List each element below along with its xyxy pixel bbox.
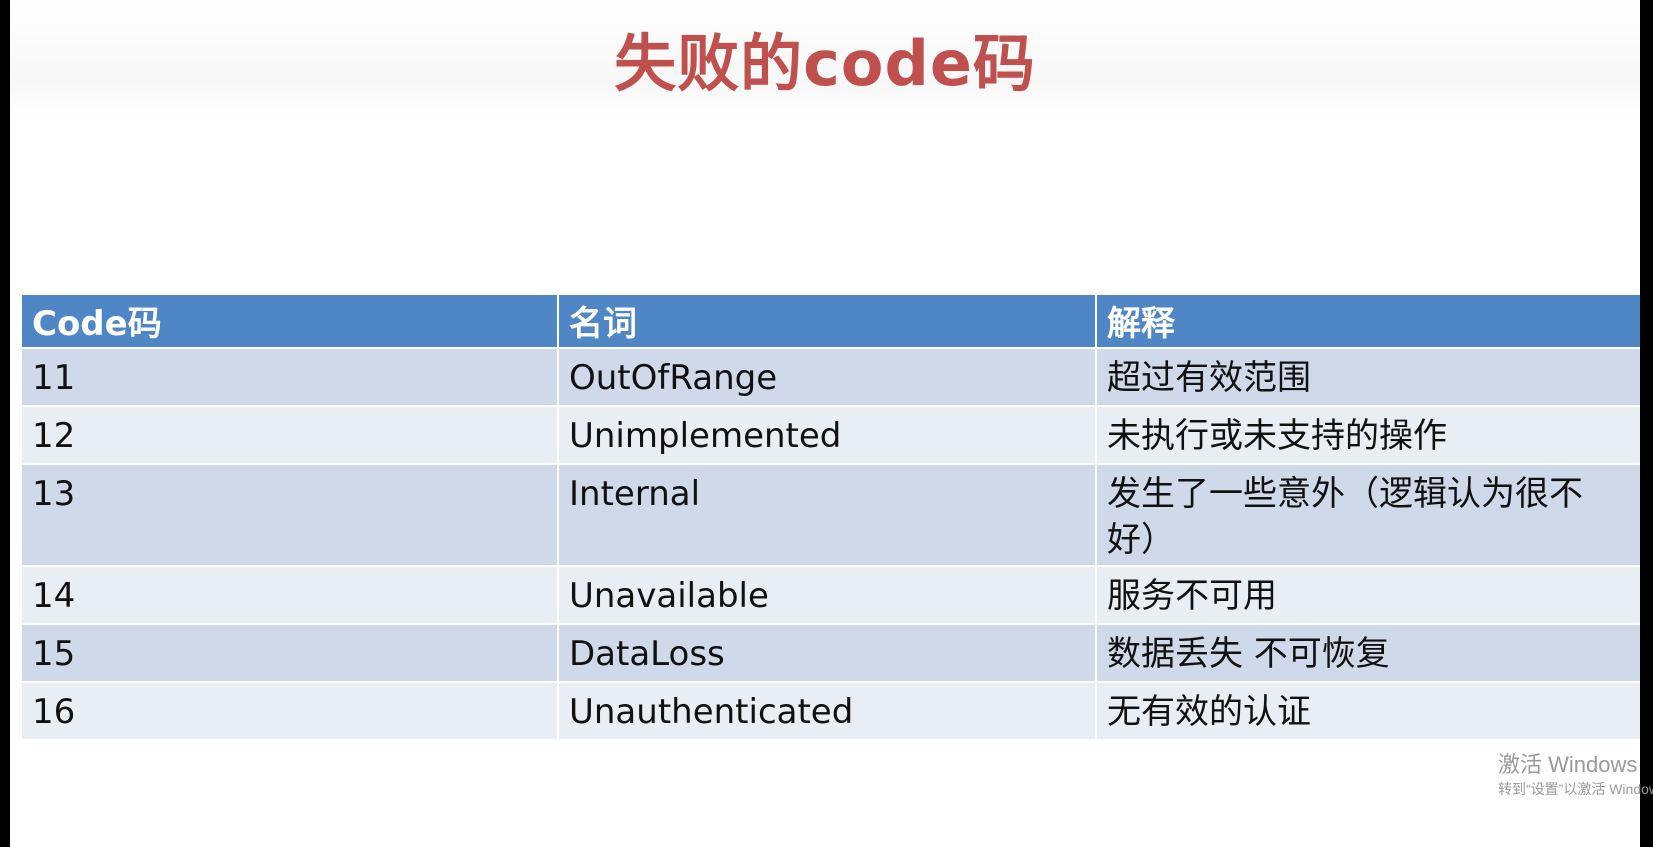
- cell-desc: 未执行或未支持的操作: [1095, 405, 1640, 465]
- cell-desc: 数据丢失 不可恢复: [1095, 623, 1640, 683]
- header-desc: 解释: [1095, 293, 1640, 349]
- table-header-row: Code码 名词 解释: [20, 293, 1640, 349]
- cell-code: 11: [20, 347, 559, 407]
- slide: 失败的code码 Code码 名词 解释 11 OutOfRange 超过有效范…: [10, 0, 1640, 847]
- watermark-line1: 激活 Windows: [1498, 752, 1638, 777]
- cell-code: 15: [20, 623, 559, 683]
- cell-name: Unavailable: [557, 565, 1097, 625]
- cell-desc: 无有效的认证: [1095, 681, 1640, 741]
- table-row: 14 Unavailable 服务不可用: [20, 565, 1640, 625]
- cell-name: DataLoss: [557, 623, 1097, 683]
- cell-desc: 超过有效范围: [1095, 347, 1640, 407]
- cell-name: Unauthenticated: [557, 681, 1097, 741]
- cell-code: 16: [20, 681, 559, 741]
- activation-watermark: 激活 Windows 转到“设置”以激活 Windows。: [1498, 752, 1653, 800]
- cell-name: Unimplemented: [557, 405, 1097, 465]
- cell-name: OutOfRange: [557, 347, 1097, 407]
- header-name: 名词: [557, 293, 1097, 349]
- cell-desc: 服务不可用: [1095, 565, 1640, 625]
- code-table: Code码 名词 解释 11 OutOfRange 超过有效范围 12 Unim…: [20, 293, 1640, 741]
- cell-code: 14: [20, 565, 559, 625]
- table-row: 16 Unauthenticated 无有效的认证: [20, 681, 1640, 741]
- table-row: 15 DataLoss 数据丢失 不可恢复: [20, 623, 1640, 683]
- cell-desc: 发生了一些意外（逻辑认为很不好）: [1095, 463, 1640, 567]
- slide-title: 失败的code码: [614, 27, 1036, 100]
- table-row: 13 Internal 发生了一些意外（逻辑认为很不好）: [20, 463, 1640, 567]
- cell-code: 13: [20, 463, 559, 567]
- table-row: 12 Unimplemented 未执行或未支持的操作: [20, 405, 1640, 465]
- cell-code: 12: [20, 405, 559, 465]
- header-code: Code码: [20, 293, 559, 349]
- watermark-line2: 转到“设置”以激活 Windows。: [1498, 781, 1653, 797]
- table-row: 11 OutOfRange 超过有效范围: [20, 347, 1640, 407]
- cell-name: Internal: [557, 463, 1097, 567]
